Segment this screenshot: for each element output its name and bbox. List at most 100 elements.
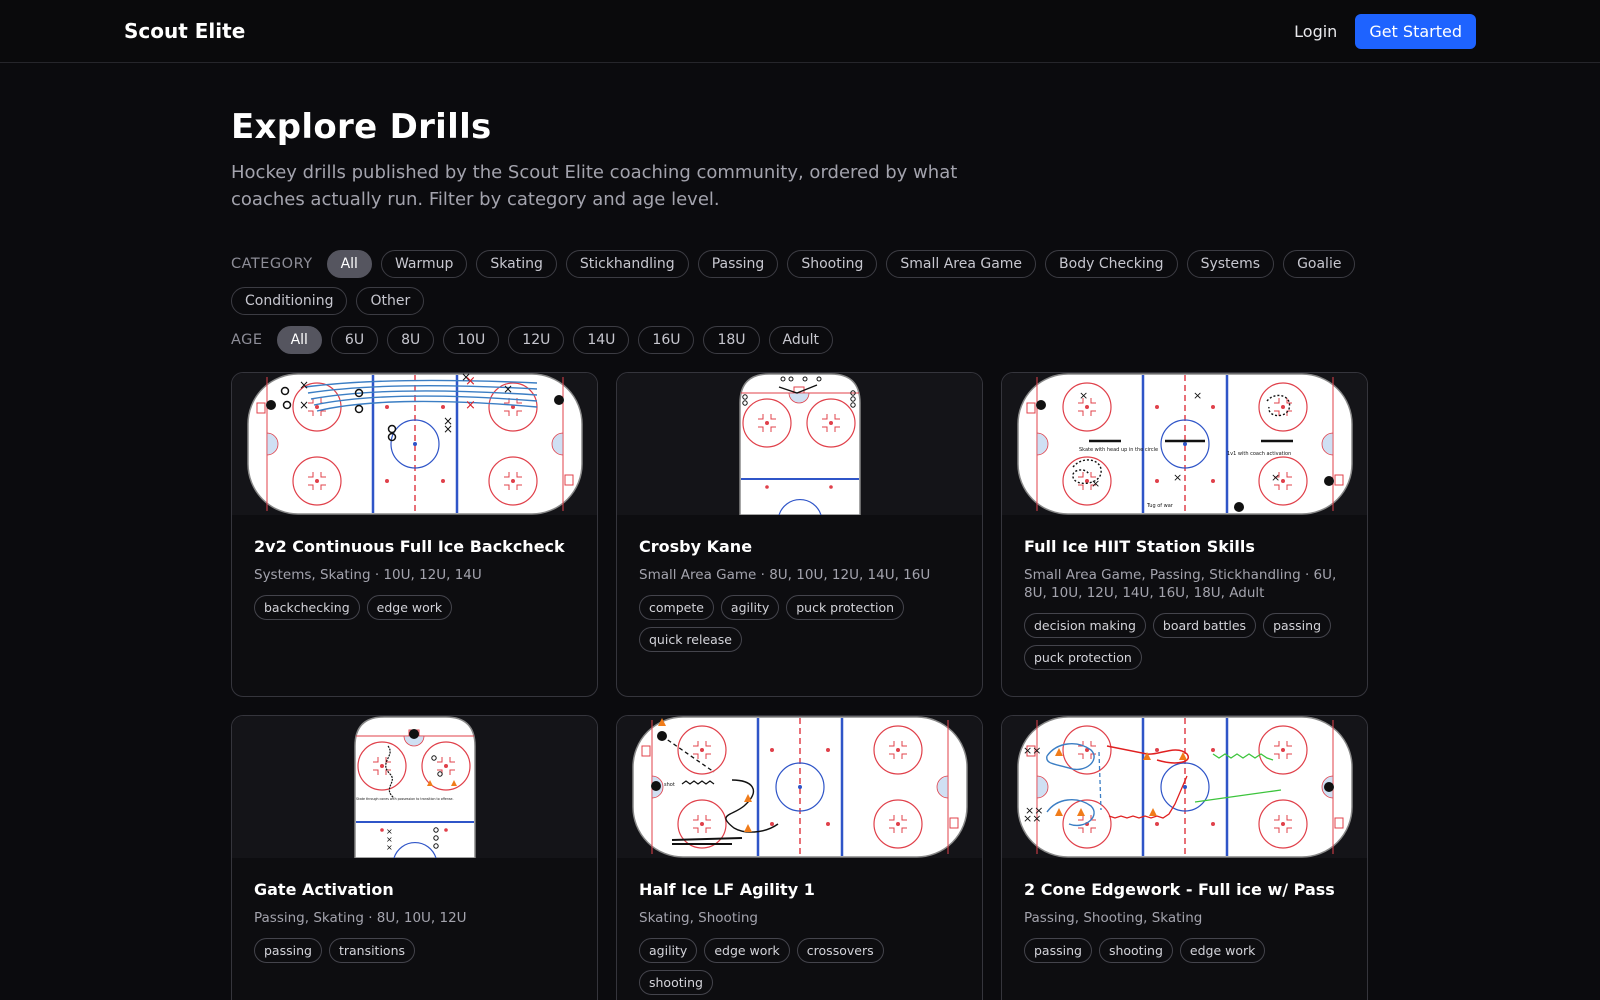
drill-title[interactable]: Full Ice HIIT Station Skills [1024, 537, 1345, 556]
category-filter: CATEGORY All Warmup Skating Stickhandling Pa… [231, 250, 1369, 315]
drill-tags: compete agility puck protection quick relea… [639, 595, 960, 652]
drill-title[interactable]: 2v2 Continuous Full Ice Backcheck [254, 537, 575, 556]
drill-tags: passing shooting edge work [1024, 938, 1345, 963]
svg-text:××: ×× [1023, 812, 1041, 825]
drill-tag: passing [1263, 613, 1332, 638]
drill-thumbnail: × × × × × × × × [232, 373, 597, 515]
drill-card[interactable]: ×× ×× ×× 2 Cone Edgework - Full ice w/ Pass… [1001, 715, 1368, 1000]
svg-text:×: × [386, 843, 393, 852]
drill-thumbnail: × × × × × Skate with head up in the circle 1v1… [1002, 373, 1367, 515]
svg-text:×: × [1271, 471, 1280, 484]
drill-card-body: Gate Activation Passing, Skating · 8U, 10… [232, 858, 597, 963]
age-chip-8u[interactable]: 8U [387, 326, 435, 354]
age-chip-6u[interactable]: 6U [330, 326, 379, 354]
svg-text:×: × [465, 374, 476, 389]
drill-tag: agility [639, 938, 698, 963]
category-chip-passing[interactable]: Passing [697, 250, 779, 278]
drill-tag: quick release [639, 627, 742, 652]
drill-card-body: 2v2 Continuous Full Ice Backcheck Systems… [232, 515, 597, 620]
drill-title[interactable]: Half Ice LF Agility 1 [639, 880, 960, 899]
svg-text:×: × [1079, 389, 1088, 402]
drill-thumbnail [617, 373, 982, 515]
svg-text:×: × [503, 382, 513, 396]
main-content: Explore Drills Hockey drills published b… [0, 107, 1600, 1000]
rink-diagram: ×××××× [1016, 716, 1353, 858]
drill-card-body: 2 Cone Edgework - Full ice w/ Pass Passin… [1002, 858, 1367, 963]
drill-tag: backchecking [254, 595, 360, 620]
drill-tag: passing [254, 938, 322, 963]
svg-text:×: × [465, 398, 476, 413]
drill-meta: Small Area Game, Passing, Stickhandling … [1024, 567, 1337, 601]
diagram-label: 1v1 with coach activation [1227, 451, 1291, 457]
drill-card-body: Crosby Kane Small Area Game · 8U, 10U, 12… [617, 515, 982, 652]
drill-title[interactable]: Gate Activation [254, 880, 575, 899]
login-link[interactable]: Login [1294, 22, 1337, 41]
drill-card-body: Full Ice HIIT Station Skills Small Area G… [1002, 515, 1367, 670]
drill-meta: Systems, Skating · 10U, 12U, 14U [254, 567, 482, 583]
category-chip-stickhandling[interactable]: Stickhandling [565, 250, 689, 278]
drill-grid: × × × × × × × × 2v2 Continuous Full Ice Backchec… [231, 372, 1369, 1000]
get-started-button[interactable]: Get Started [1355, 13, 1476, 49]
drill-tag: decision making [1024, 613, 1146, 638]
age-chip-16u[interactable]: 16U [638, 326, 695, 354]
drill-meta: Small Area Game · 8U, 10U, 12U, 14U, 16U [639, 567, 931, 583]
age-filter: AGE All 6U 8U 10U 12U 14U 16U 18U Adult [231, 326, 1369, 354]
diagram-label: Skate with head up in the circle [1079, 447, 1158, 453]
rink-diagram [738, 373, 861, 515]
category-filter-label: CATEGORY [231, 256, 313, 272]
nav-actions: Login Get Started [1294, 13, 1476, 49]
age-chip-all[interactable]: All [276, 326, 322, 354]
diagram-label: shot [664, 782, 675, 788]
category-chip-skating[interactable]: Skating [476, 250, 557, 278]
diagram-label: Tug of war [1146, 503, 1174, 509]
drill-tag: edge work [1179, 938, 1266, 963]
drill-card[interactable]: × × × × × Skate with head up in the circle 1v1… [1001, 372, 1368, 697]
drill-tag: shooting [1098, 938, 1173, 963]
drill-thumbnail: ×× ×× ×× [1002, 716, 1367, 858]
drill-tag: board battles [1152, 613, 1257, 638]
rink-diagram: shot [631, 716, 968, 858]
drill-card[interactable]: × × × Skate through cones with possession t… [231, 715, 598, 1000]
drill-tag: puck protection [786, 595, 905, 620]
drill-tags: decision making board battles passing puck … [1024, 613, 1345, 670]
age-chip-14u[interactable]: 14U [573, 326, 630, 354]
svg-text:×: × [299, 398, 309, 412]
age-chip-12u[interactable]: 12U [508, 326, 565, 354]
drill-title[interactable]: Crosby Kane [639, 537, 960, 556]
svg-text:×: × [1193, 389, 1202, 402]
category-chip-body-checking[interactable]: Body Checking [1045, 250, 1178, 278]
drill-card[interactable]: Crosby Kane Small Area Game · 8U, 10U, 12… [616, 372, 983, 697]
rink-diagram: ×××Skate through cones with possession t… [353, 716, 476, 858]
drill-thumbnail: × × × Skate through cones with possession t… [232, 716, 597, 858]
drill-tag: passing [1024, 938, 1092, 963]
brand-logo[interactable]: Scout Elite [124, 19, 245, 43]
category-chip-goalie[interactable]: Goalie [1283, 250, 1356, 278]
drill-meta: Passing, Skating · 8U, 10U, 12U [254, 910, 467, 926]
age-chip-18u[interactable]: 18U [703, 326, 760, 354]
drill-tag: shooting [639, 970, 713, 995]
drill-meta: Passing, Shooting, Skating [1024, 910, 1203, 926]
drill-card[interactable]: shot Half Ice LF Agility 1 Skating, Shooti… [616, 715, 983, 1000]
drill-card[interactable]: × × × × × × × × 2v2 Continuous Full Ice Backchec… [231, 372, 598, 697]
age-chip-10u[interactable]: 10U [443, 326, 500, 354]
drill-tag: transitions [328, 938, 416, 963]
category-chip-systems[interactable]: Systems [1186, 250, 1275, 278]
page-title: Explore Drills [231, 107, 492, 147]
drill-title[interactable]: 2 Cone Edgework - Full ice w/ Pass [1024, 880, 1345, 899]
svg-text:×: × [1091, 477, 1100, 490]
category-chip-all[interactable]: All [326, 250, 372, 278]
category-chip-shooting[interactable]: Shooting [787, 250, 878, 278]
drill-tags: agility edge work crossovers shooting [639, 938, 960, 995]
category-chip-small-area-game[interactable]: Small Area Game [886, 250, 1037, 278]
svg-text:×: × [443, 422, 453, 436]
category-chip-warmup[interactable]: Warmup [380, 250, 468, 278]
category-chip-other[interactable]: Other [356, 287, 425, 315]
drill-tag: crossovers [796, 938, 884, 963]
drill-tag: edge work [704, 938, 790, 963]
diagram-label: Skate through cones with possession to t… [356, 797, 454, 801]
category-chip-conditioning[interactable]: Conditioning [231, 287, 348, 315]
drill-tag: edge work [366, 595, 453, 620]
rink-diagram: × × × × × Skate with head up in the circle 1v1… [1016, 373, 1353, 515]
age-chip-adult[interactable]: Adult [768, 326, 834, 354]
svg-text:×: × [299, 378, 309, 392]
